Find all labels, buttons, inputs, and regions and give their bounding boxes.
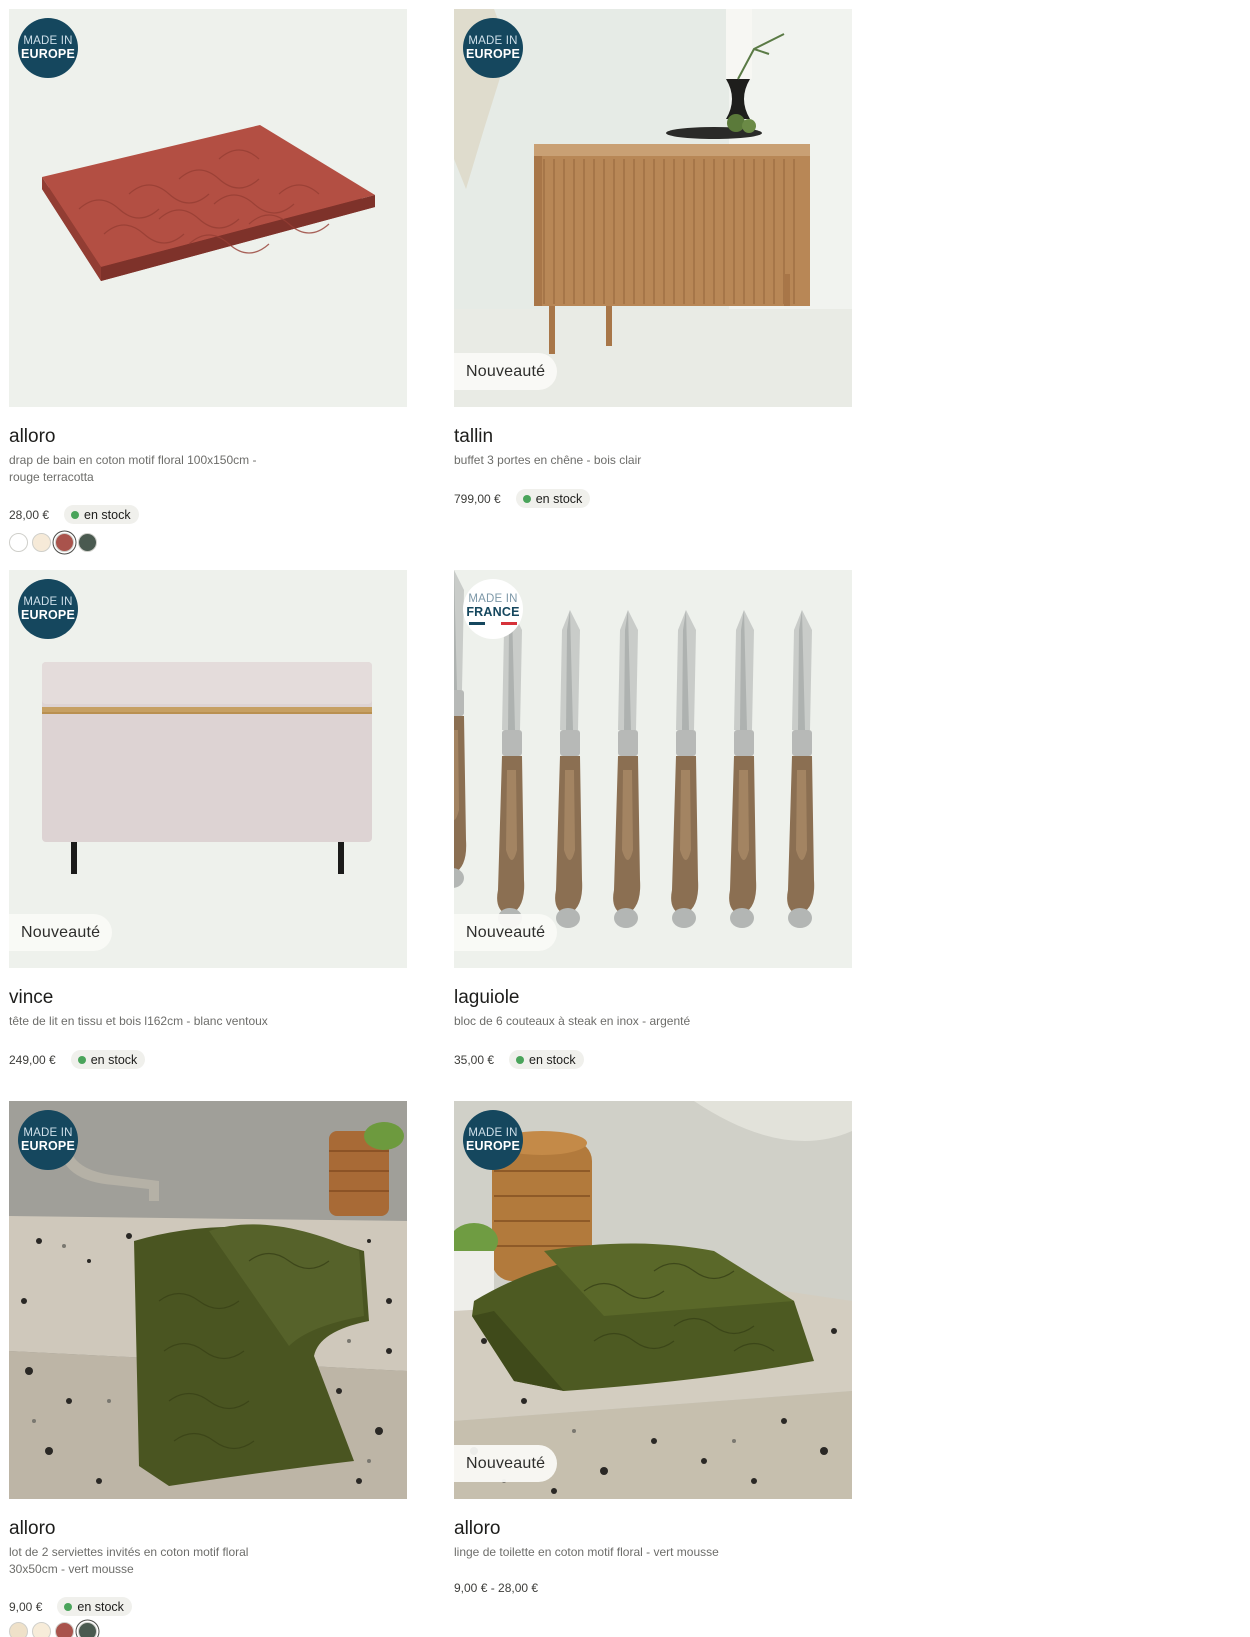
product-description: linge de toilette en coton motif floral … xyxy=(454,1545,719,1559)
color-swatch-beige[interactable] xyxy=(9,1622,28,1637)
color-swatch-cream[interactable] xyxy=(32,1622,51,1637)
product-card[interactable]: MADE IN FRANCE Nouveauté laguiole bloc d… xyxy=(454,570,852,1069)
color-swatch-terracotta[interactable] xyxy=(55,1622,74,1637)
badge-line2: EUROPE xyxy=(466,1139,520,1153)
product-card[interactable]: MADE IN EUROPE alloro lot de 2 serviette… xyxy=(9,1101,407,1637)
color-swatch-cream[interactable] xyxy=(32,533,51,552)
product-description: drap de bain en coton motif floral 100x1… xyxy=(9,453,257,484)
stock-badge: en stock xyxy=(515,489,591,508)
color-swatch-dark-green[interactable] xyxy=(78,1622,97,1637)
made-in-europe-badge: MADE IN EUROPE xyxy=(18,1110,78,1170)
product-image[interactable]: MADE IN EUROPE Nouveauté xyxy=(454,1101,852,1499)
stock-dot-icon xyxy=(77,1055,86,1064)
product-name[interactable]: alloro xyxy=(9,426,407,448)
product-name[interactable]: alloro xyxy=(454,1518,852,1540)
product-card[interactable]: MADE IN EUROPE Nouveauté alloro linge de… xyxy=(454,1101,852,1595)
product-price: 249,00 € xyxy=(9,1052,56,1067)
made-in-europe-badge: MADE IN EUROPE xyxy=(18,579,78,639)
product-description: bloc de 6 couteaux à steak en inox - arg… xyxy=(454,1014,691,1028)
badge-line2: EUROPE xyxy=(21,1139,75,1153)
stock-dot-icon xyxy=(522,494,531,503)
product-description: tête de lit en tissu et bois l162cm - bl… xyxy=(9,1014,268,1028)
product-price: 799,00 € xyxy=(454,491,501,506)
product-name[interactable]: vince xyxy=(9,987,407,1009)
color-swatches xyxy=(9,533,407,552)
color-swatches xyxy=(9,1622,407,1637)
new-badge: Nouveauté xyxy=(454,353,558,390)
stock-dot-icon xyxy=(71,510,80,519)
new-badge: Nouveauté xyxy=(454,914,558,951)
product-price: 9,00 € - 28,00 € xyxy=(454,1581,539,1595)
stock-badge: en stock xyxy=(57,1597,132,1616)
badge-line2: EUROPE xyxy=(21,608,75,622)
product-price: 9,00 € xyxy=(9,1599,43,1614)
made-in-europe-badge: MADE IN EUROPE xyxy=(18,18,78,78)
product-name[interactable]: tallin xyxy=(454,426,852,448)
new-badge: Nouveauté xyxy=(454,1445,558,1482)
product-image[interactable]: MADE IN EUROPE xyxy=(9,1101,407,1499)
product-price: 28,00 € xyxy=(9,507,50,522)
stock-dot-icon xyxy=(516,1055,525,1064)
product-image[interactable]: MADE IN EUROPE xyxy=(9,9,407,407)
stock-label: en stock xyxy=(535,491,583,506)
badge-line2: FRANCE xyxy=(466,605,520,619)
stock-label: en stock xyxy=(84,507,131,522)
product-name[interactable]: alloro xyxy=(9,1518,407,1540)
product-card[interactable]: MADE IN EUROPE alloro drap de bain en co… xyxy=(9,9,407,552)
made-in-france-badge: MADE IN FRANCE xyxy=(463,579,523,639)
product-image[interactable]: MADE IN EUROPE Nouveauté xyxy=(454,9,852,407)
made-in-europe-badge: MADE IN EUROPE xyxy=(463,18,523,78)
stock-badge: en stock xyxy=(64,505,139,524)
product-description: buffet 3 portes en chêne - bois clair xyxy=(454,453,642,467)
french-flag-icon xyxy=(469,622,517,625)
badge-line2: EUROPE xyxy=(21,47,75,61)
new-badge: Nouveauté xyxy=(9,914,113,951)
badge-line2: EUROPE xyxy=(466,47,520,61)
product-name[interactable]: laguiole xyxy=(454,987,852,1009)
product-image[interactable]: MADE IN FRANCE Nouveauté xyxy=(454,570,852,968)
color-swatch-white[interactable] xyxy=(9,533,28,552)
stock-badge: en stock xyxy=(70,1050,146,1069)
product-card[interactable]: MADE IN EUROPE Nouveauté vince tête de l… xyxy=(9,570,407,1069)
made-in-europe-badge: MADE IN EUROPE xyxy=(463,1110,523,1170)
product-description: lot de 2 serviettes invités en coton mot… xyxy=(9,1545,249,1576)
stock-label: en stock xyxy=(77,1599,124,1614)
product-image[interactable]: MADE IN EUROPE Nouveauté xyxy=(9,570,407,968)
color-swatch-terracotta[interactable] xyxy=(55,533,74,552)
stock-label: en stock xyxy=(529,1052,576,1067)
stock-badge: en stock xyxy=(509,1050,584,1069)
product-card[interactable]: MADE IN EUROPE Nouveauté tallin buffet 3… xyxy=(454,9,852,508)
color-swatch-dark-green[interactable] xyxy=(78,533,97,552)
stock-dot-icon xyxy=(64,1602,73,1611)
product-price: 35,00 € xyxy=(454,1052,495,1067)
stock-label: en stock xyxy=(90,1052,138,1067)
